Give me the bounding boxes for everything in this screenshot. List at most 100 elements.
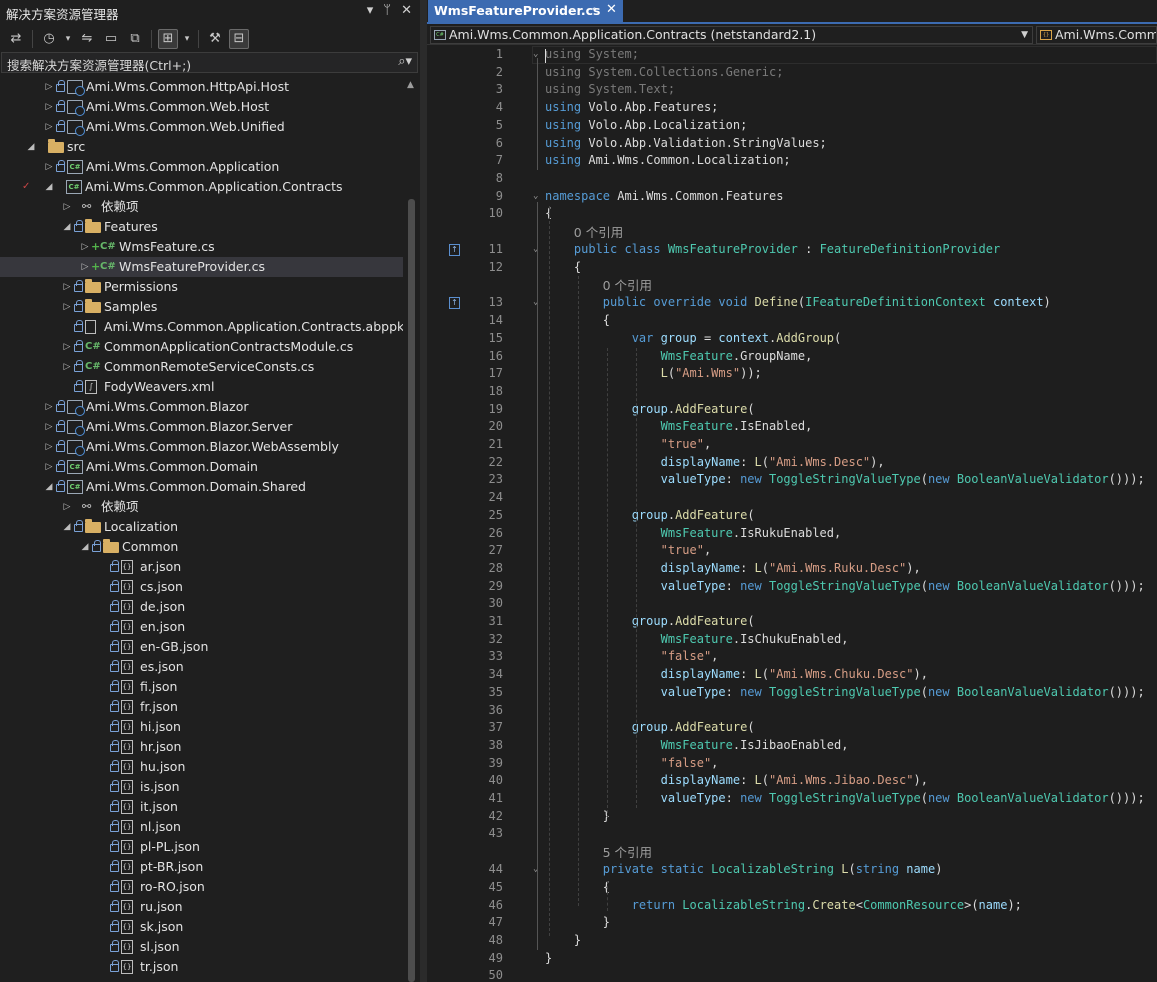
tree-item[interactable]: {} is.json — [0, 777, 403, 797]
expand-arrow-icon[interactable]: ▷ — [79, 257, 91, 277]
tree-item[interactable]: {} de.json — [0, 597, 403, 617]
collapse-arrow-icon[interactable]: ◢ — [79, 537, 91, 557]
tree-item[interactable]: {} tr.json — [0, 957, 403, 977]
reference-count[interactable]: 0 个引用 — [574, 224, 623, 242]
tree-item[interactable]: {} ru.json — [0, 897, 403, 917]
reference-count[interactable]: 5 个引用 — [603, 844, 652, 862]
solution-explorer-search-input[interactable]: 搜索解决方案资源管理器(Ctrl+;) ⌕▾ — [1, 52, 418, 73]
tree-item[interactable]: ◢ Common — [0, 537, 403, 557]
tree-item[interactable]: ▷ + C# WmsFeature.cs — [0, 237, 403, 257]
code-area[interactable]: 1 ⌄ using System; 2 using System.Collections… — [427, 46, 1157, 982]
collapse-arrow-icon[interactable]: ◢ — [61, 217, 73, 237]
preview-selected-items-icon[interactable]: ⊟ — [229, 28, 249, 49]
close-tab-icon[interactable]: ✕ — [606, 2, 617, 17]
pin-icon[interactable]: ᛘ — [383, 3, 391, 18]
expand-arrow-icon[interactable]: ▷ — [43, 97, 55, 117]
override-marker-icon[interactable]: ↑ — [449, 244, 460, 256]
code-line[interactable]: 49} — [427, 950, 1157, 968]
expand-arrow-icon[interactable]: ▷ — [61, 357, 73, 377]
tree-item[interactable]: {} hi.json — [0, 717, 403, 737]
scroll-up-arrow-icon[interactable]: ▲ — [407, 80, 414, 90]
tree-item[interactable]: {} pt-BR.json — [0, 857, 403, 877]
tree-item[interactable]: {} ar.json — [0, 557, 403, 577]
tree-item[interactable]: {} en.json — [0, 617, 403, 637]
expand-arrow-icon[interactable]: ▷ — [43, 117, 55, 137]
show-all-files-icon[interactable]: ⊞ — [158, 28, 178, 49]
expand-arrow-icon[interactable]: ▷ — [61, 337, 73, 357]
expand-arrow-icon[interactable]: ▷ — [61, 197, 73, 217]
tree-item[interactable]: {} hr.json — [0, 737, 403, 757]
chevron-down-icon[interactable]: ▾ — [182, 29, 192, 49]
tree-item[interactable]: {} sl.json — [0, 937, 403, 957]
code-line[interactable]: 50 — [427, 967, 1157, 982]
expand-arrow-icon[interactable]: ▷ — [79, 237, 91, 257]
tree-item[interactable]: {} nl.json — [0, 817, 403, 837]
expand-arrow-icon[interactable]: ▷ — [43, 77, 55, 97]
expand-arrow-icon[interactable]: ▷ — [43, 457, 55, 477]
tree-item[interactable]: ▷ ⚯ 依赖项 — [0, 497, 403, 517]
collapse-arrow-icon[interactable]: ◢ — [25, 137, 37, 157]
properties-wrench-icon[interactable]: ⚒ — [205, 29, 225, 49]
tree-item[interactable]: {} fi.json — [0, 677, 403, 697]
collapse-arrow-icon[interactable]: ◢ — [61, 517, 73, 537]
pin-tab-icon[interactable]: ⊸ — [588, 4, 596, 15]
tree-item[interactable]: ◢ C# Ami.Wms.Common.Domain.Shared — [0, 477, 403, 497]
collapse-arrow-icon[interactable]: ◢ — [43, 177, 55, 197]
tree-item[interactable]: ▷ Ami.Wms.Common.Blazor.Server — [0, 417, 403, 437]
tree-item[interactable]: ▷ C# Ami.Wms.Common.Domain — [0, 457, 403, 477]
tree-item[interactable]: ▷ ⚯ 依赖项 — [0, 197, 403, 217]
expand-arrow-icon[interactable]: ▷ — [61, 297, 73, 317]
collapse-arrow-icon[interactable]: ◢ — [43, 477, 55, 497]
tree-item[interactable]: ◢ src — [0, 137, 403, 157]
chevron-down-icon[interactable]: ▾ — [63, 29, 73, 49]
tree-item[interactable]: ▷ Ami.Wms.Common.Web.Host — [0, 97, 403, 117]
type-dropdown[interactable]: {} Ami.Wms.Common — [1036, 26, 1157, 44]
chevron-down-icon[interactable]: ▼ — [1021, 27, 1028, 43]
refresh-icon[interactable]: ▭ — [101, 29, 121, 49]
tree-item[interactable]: ∫ FodyWeavers.xml — [0, 377, 403, 397]
tree-item[interactable]: {} ro-RO.json — [0, 877, 403, 897]
tree-item[interactable]: ✓ ◢ C# Ami.Wms.Common.Application.Contracts — [0, 177, 403, 197]
tree-item[interactable]: {} cs.json — [0, 577, 403, 597]
tree-item[interactable]: ▷ Ami.Wms.Common.Web.Unified — [0, 117, 403, 137]
tree-item[interactable]: {} it.json — [0, 797, 403, 817]
close-icon[interactable]: ✕ — [401, 3, 412, 18]
tree-item[interactable]: {} es.json — [0, 657, 403, 677]
tree-item[interactable]: ▷ Permissions — [0, 277, 403, 297]
tree-item[interactable]: ▷ + C# WmsFeatureProvider.cs — [0, 257, 403, 277]
tree-item[interactable]: {} fr.json — [0, 697, 403, 717]
tree-item[interactable]: ▷ C# Ami.Wms.Common.Application — [0, 157, 403, 177]
tree-item[interactable]: ▷ Samples — [0, 297, 403, 317]
expand-arrow-icon[interactable]: ▷ — [43, 437, 55, 457]
tree-item[interactable]: ▷ Ami.Wms.Common.HttpApi.Host — [0, 77, 403, 97]
tree-item[interactable]: ▷ C# CommonApplicationContractsModule.cs — [0, 337, 403, 357]
tree-item[interactable]: ◢ Localization — [0, 517, 403, 537]
tree-item[interactable]: {} hu.json — [0, 757, 403, 777]
tree-item[interactable]: {} en-GB.json — [0, 637, 403, 657]
search-icon[interactable]: ⌕▾ — [398, 54, 412, 69]
tree-item[interactable]: ▷ Ami.Wms.Common.Blazor — [0, 397, 403, 417]
collapse-all-icon[interactable]: ⧉ — [125, 29, 145, 49]
reference-count[interactable]: 0 个引用 — [603, 277, 652, 295]
override-marker-icon[interactable]: ↑ — [449, 297, 460, 310]
switch-views-icon[interactable]: ⇄ — [6, 29, 26, 49]
tree-vertical-scrollbar[interactable]: ▲ — [403, 77, 420, 982]
pending-changes-filter-icon[interactable]: ◷ — [39, 29, 59, 49]
tree-item[interactable]: Ami.Wms.Common.Application.Contracts.abp… — [0, 317, 403, 337]
tab-wmsfeatureprovider[interactable]: WmsFeatureProvider.cs ⊸ ✕ — [428, 0, 623, 22]
scrollbar-thumb[interactable] — [408, 199, 415, 982]
tree-item[interactable]: ▷ C# CommonRemoteServiceConsts.cs — [0, 357, 403, 377]
tree-item[interactable]: ▷ Ami.Wms.Common.Blazor.WebAssembly — [0, 437, 403, 457]
tree-item[interactable]: {} pl-PL.json — [0, 837, 403, 857]
expand-arrow-icon[interactable]: ▷ — [43, 397, 55, 417]
code-line[interactable]: 8 — [427, 170, 1157, 188]
sync-with-active-document-icon[interactable]: ⇋ — [77, 29, 97, 49]
expand-arrow-icon[interactable]: ▷ — [43, 157, 55, 177]
panel-menu-dropdown-icon[interactable]: ▾ — [367, 3, 374, 18]
expand-arrow-icon[interactable]: ▷ — [61, 277, 73, 297]
project-dropdown[interactable]: C# Ami.Wms.Common.Application.Contracts … — [430, 26, 1033, 44]
panel-splitter[interactable] — [420, 0, 427, 982]
tree-item[interactable]: ◢ Features — [0, 217, 403, 237]
tree-item[interactable]: {} sk.json — [0, 917, 403, 937]
expand-arrow-icon[interactable]: ▷ — [43, 417, 55, 437]
